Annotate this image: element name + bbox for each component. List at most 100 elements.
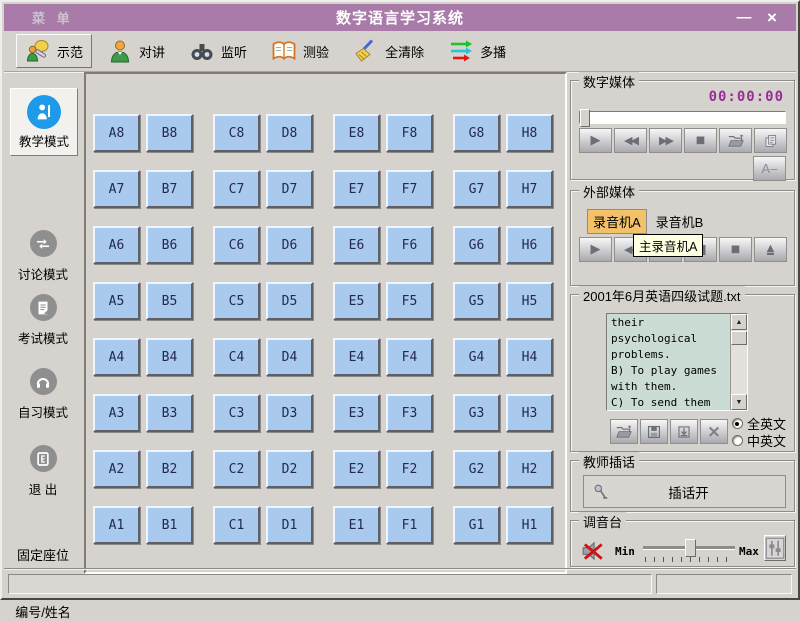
seat-button-f8[interactable]: F8 — [386, 114, 433, 152]
seat-button-c2[interactable]: C2 — [213, 450, 260, 488]
seat-button-e1[interactable]: E1 — [333, 506, 380, 544]
seat-button-d1[interactable]: D1 — [266, 506, 313, 544]
seat-button-e4[interactable]: E4 — [333, 338, 380, 376]
minimize-button[interactable]: — — [732, 4, 756, 31]
seat-button-d6[interactable]: D6 — [266, 226, 313, 264]
sidebar-link-id-name[interactable]: 编号/姓名 — [4, 602, 82, 621]
talk-toggle-button[interactable]: 插话开 — [583, 475, 786, 508]
text-file-delete-button[interactable]: × — [700, 419, 728, 444]
seat-button-e2[interactable]: E2 — [333, 450, 380, 488]
seat-button-b7[interactable]: B7 — [146, 170, 193, 208]
text-scrollbar[interactable]: ▲ ▼ — [730, 314, 747, 410]
scroll-up-icon[interactable]: ▲ — [731, 314, 747, 330]
seat-button-f5[interactable]: F5 — [386, 282, 433, 320]
seat-button-c4[interactable]: C4 — [213, 338, 260, 376]
seat-button-b4[interactable]: B4 — [146, 338, 193, 376]
menu-button[interactable]: 菜 单 — [32, 8, 74, 27]
seat-button-c7[interactable]: C7 — [213, 170, 260, 208]
recorder-tab-b[interactable]: 录音机B — [651, 210, 709, 233]
sidebar-item-exit[interactable]: 退 出 — [4, 445, 82, 498]
sidebar-link-fixed-seats[interactable]: 固定座位 — [4, 545, 82, 564]
text-file-save-button[interactable] — [640, 419, 668, 444]
seat-button-g5[interactable]: G5 — [453, 282, 500, 320]
digital-media-play-button[interactable]: ▶ — [579, 128, 612, 153]
digital-media-open-file-button[interactable] — [719, 128, 752, 153]
seat-button-a6[interactable]: A6 — [93, 226, 140, 264]
seat-button-g8[interactable]: G8 — [453, 114, 500, 152]
sidebar-item-exam-mode[interactable]: 考试模式 — [4, 294, 82, 347]
volume-slider[interactable] — [643, 546, 735, 549]
seat-button-e8[interactable]: E8 — [333, 114, 380, 152]
seat-button-h5[interactable]: H5 — [506, 282, 553, 320]
seat-button-c5[interactable]: C5 — [213, 282, 260, 320]
radio-icon[interactable] — [732, 435, 743, 446]
seat-button-h4[interactable]: H4 — [506, 338, 553, 376]
seat-button-a7[interactable]: A7 — [93, 170, 140, 208]
toolbar-button-multicast[interactable]: 多播 — [439, 34, 515, 68]
seat-button-c6[interactable]: C6 — [213, 226, 260, 264]
seat-button-g4[interactable]: G4 — [453, 338, 500, 376]
seat-button-b5[interactable]: B5 — [146, 282, 193, 320]
seat-button-g3[interactable]: G3 — [453, 394, 500, 432]
text-file-open-file-button[interactable] — [610, 419, 638, 444]
toolbar-button-monitor[interactable]: 监听 — [180, 34, 256, 68]
seat-button-h6[interactable]: H6 — [506, 226, 553, 264]
seat-button-e3[interactable]: E3 — [333, 394, 380, 432]
toolbar-button-demo[interactable]: 示范 — [16, 34, 92, 68]
seat-button-d8[interactable]: D8 — [266, 114, 313, 152]
radio-bilingual[interactable]: 中英文 — [732, 431, 786, 450]
digital-media-fast-forward-button[interactable]: ▶▶ — [649, 128, 682, 153]
seat-button-e6[interactable]: E6 — [333, 226, 380, 264]
seat-button-a5[interactable]: A5 — [93, 282, 140, 320]
seek-thumb[interactable] — [580, 109, 590, 127]
sidebar-item-selfstudy-mode[interactable]: 自习模式 — [4, 368, 82, 421]
seat-button-d7[interactable]: D7 — [266, 170, 313, 208]
seat-button-h7[interactable]: H7 — [506, 170, 553, 208]
mute-speaker-icon[interactable] — [581, 539, 605, 563]
seat-button-b8[interactable]: B8 — [146, 114, 193, 152]
seat-button-f3[interactable]: F3 — [386, 394, 433, 432]
toolbar-button-clear-all[interactable]: 全清除 — [344, 34, 433, 68]
text-file-import-button[interactable] — [670, 419, 698, 444]
seat-button-b2[interactable]: B2 — [146, 450, 193, 488]
seat-button-f7[interactable]: F7 — [386, 170, 433, 208]
seat-button-d4[interactable]: D4 — [266, 338, 313, 376]
seat-button-a3[interactable]: A3 — [93, 394, 140, 432]
radio-icon[interactable] — [732, 418, 743, 429]
seat-button-d3[interactable]: D3 — [266, 394, 313, 432]
seat-button-g2[interactable]: G2 — [453, 450, 500, 488]
seat-button-h8[interactable]: H8 — [506, 114, 553, 152]
seat-button-d2[interactable]: D2 — [266, 450, 313, 488]
external-media-play-button[interactable]: ▶ — [579, 237, 612, 262]
seat-button-a8[interactable]: A8 — [93, 114, 140, 152]
seat-button-a2[interactable]: A2 — [93, 450, 140, 488]
seat-button-c8[interactable]: C8 — [213, 114, 260, 152]
seat-button-d5[interactable]: D5 — [266, 282, 313, 320]
seat-button-f2[interactable]: F2 — [386, 450, 433, 488]
seat-button-e5[interactable]: E5 — [333, 282, 380, 320]
close-button[interactable]: × — [760, 4, 784, 31]
digital-media-stop-button[interactable]: ■ — [684, 128, 717, 153]
seat-button-g7[interactable]: G7 — [453, 170, 500, 208]
scroll-down-icon[interactable]: ▼ — [731, 394, 747, 410]
seat-button-a1[interactable]: A1 — [93, 506, 140, 544]
mixer-settings-button[interactable] — [764, 535, 786, 561]
seat-button-g1[interactable]: G1 — [453, 506, 500, 544]
sidebar-item-discussion-mode[interactable]: 讨论模式 — [4, 230, 82, 283]
seat-button-a4[interactable]: A4 — [93, 338, 140, 376]
seat-button-h2[interactable]: H2 — [506, 450, 553, 488]
scroll-thumb[interactable] — [731, 331, 747, 345]
text-viewer[interactable]: their psychologicalproblems.B) To play g… — [606, 313, 748, 411]
volume-thumb[interactable] — [685, 539, 696, 557]
seat-button-g6[interactable]: G6 — [453, 226, 500, 264]
recorder-tab-a[interactable]: 录音机A — [587, 209, 647, 234]
toolbar-button-intercom[interactable]: 对讲 — [98, 34, 174, 68]
seat-button-f4[interactable]: F4 — [386, 338, 433, 376]
seat-button-f6[interactable]: F6 — [386, 226, 433, 264]
media-seek-slider[interactable] — [579, 111, 786, 124]
external-media-eject-button[interactable]: ▲ — [754, 237, 787, 262]
seat-button-c1[interactable]: C1 — [213, 506, 260, 544]
seat-button-b1[interactable]: B1 — [146, 506, 193, 544]
seat-button-b6[interactable]: B6 — [146, 226, 193, 264]
seat-button-b3[interactable]: B3 — [146, 394, 193, 432]
